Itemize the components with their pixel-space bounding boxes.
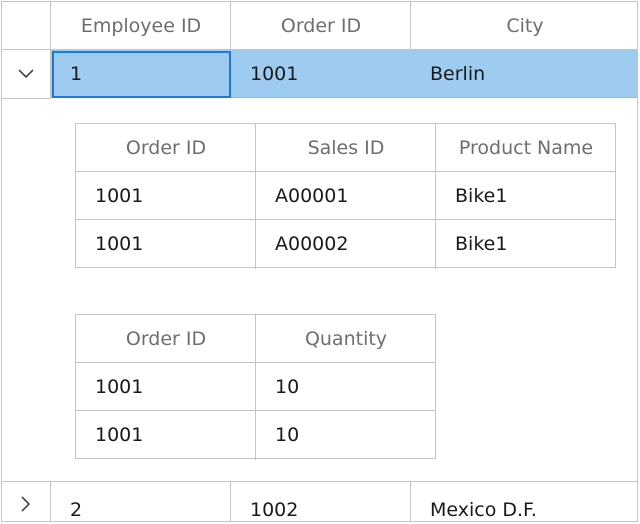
table-cell[interactable]: 10 — [256, 411, 436, 459]
cell-city[interactable]: Mexico D.F. — [430, 488, 630, 521]
cell-employee-id[interactable]: 2 — [70, 488, 230, 521]
row-divider — [2, 98, 51, 99]
detail-header-product-name[interactable]: Product Name — [436, 124, 616, 172]
expander-column-header — [2, 2, 51, 50]
column-header-order-id[interactable]: Order ID — [231, 2, 411, 50]
table-cell[interactable]: 1001 — [76, 172, 256, 220]
master-data-grid: Employee ID Order ID City 1 1001 Berlin … — [1, 1, 638, 522]
row-divider — [2, 481, 637, 482]
table-cell[interactable]: Bike1 — [436, 172, 616, 220]
column-header-employee-id[interactable]: Employee ID — [51, 2, 231, 50]
detail-header-quantity[interactable]: Quantity — [256, 315, 436, 363]
table-cell[interactable]: A00002 — [256, 220, 436, 268]
cell-order-id[interactable]: 1002 — [250, 488, 410, 521]
cell-order-id[interactable]: 1001 — [250, 50, 410, 98]
column-divider — [50, 482, 51, 521]
chevron-right-icon — [21, 496, 31, 512]
column-header-city[interactable]: City — [411, 2, 637, 50]
chevron-down-icon — [18, 69, 34, 79]
table-cell[interactable]: Bike1 — [436, 220, 616, 268]
detail-header-order-id[interactable]: Order ID — [76, 124, 256, 172]
row-expander-toggle[interactable] — [2, 50, 50, 98]
table-cell[interactable]: 10 — [256, 363, 436, 411]
table-cell[interactable]: 1001 — [76, 411, 256, 459]
cell-employee-id[interactable]: 1 — [70, 50, 230, 98]
column-divider — [410, 482, 411, 521]
detail-header-order-id[interactable]: Order ID — [76, 315, 256, 363]
cell-city[interactable]: Berlin — [430, 50, 630, 98]
detail-header-sales-id[interactable]: Sales ID — [256, 124, 436, 172]
table-cell[interactable]: 1001 — [76, 220, 256, 268]
table-cell[interactable]: 1001 — [76, 363, 256, 411]
detail-table-orders-quantity: Order ID Quantity 1001 10 1001 10 — [75, 314, 436, 460]
detail-table-orders-sales: Order ID Sales ID Product Name 1001 A000… — [75, 123, 616, 269]
row-expander-toggle[interactable] — [2, 482, 50, 521]
column-divider — [230, 482, 231, 521]
table-cell[interactable]: A00001 — [256, 172, 436, 220]
